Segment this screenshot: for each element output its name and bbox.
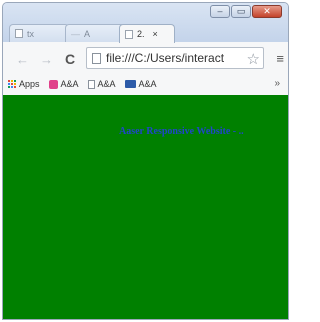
page-icon xyxy=(15,29,23,38)
page-content: Aaser Responsive Website - .. xyxy=(3,95,288,319)
tab-2-label: A xyxy=(84,28,91,39)
tab-2[interactable]: — A xyxy=(65,24,125,42)
bookmark-aa-1-label: A&A xyxy=(60,79,79,89)
page-icon xyxy=(92,52,101,64)
pink-favicon-icon xyxy=(48,79,58,89)
bookmark-apps-label: Apps xyxy=(19,79,40,89)
tab-1-label: tx xyxy=(27,28,35,39)
bookmark-aa-1[interactable]: A&A xyxy=(48,79,79,89)
bookmark-aa-2[interactable]: A&A xyxy=(87,79,116,89)
url-text: file:///C:/Users/interact xyxy=(106,51,225,65)
bookmarks-bar: Apps A&A A&A A&A » xyxy=(3,73,288,96)
bookmark-aa-3-label: A&A xyxy=(138,79,157,89)
reload-button[interactable]: C xyxy=(65,52,75,66)
bookmark-aa-2-label: A&A xyxy=(97,79,116,89)
browser-window: tx — A 2. × – ▭ ✕ ← → C file:///C:/Users… xyxy=(2,2,289,320)
bookmark-star-icon[interactable]: ☆ xyxy=(246,50,260,68)
tab-strip: tx — A 2. × – ▭ ✕ xyxy=(3,3,288,43)
page-icon xyxy=(125,29,133,39)
bookmark-aa-3[interactable]: A&A xyxy=(124,79,157,89)
address-bar[interactable]: file:///C:/Users/interact ☆ xyxy=(86,47,264,69)
tab-active-label: 2. xyxy=(137,29,145,39)
bookmark-apps[interactable]: Apps xyxy=(8,79,40,89)
back-button[interactable]: ← xyxy=(16,53,29,66)
minimize-button[interactable]: – xyxy=(210,5,230,18)
page-icon xyxy=(87,79,95,89)
window-controls: – ▭ ✕ xyxy=(210,5,282,18)
tab-active[interactable]: 2. × xyxy=(119,24,175,43)
bookmarks-overflow-icon[interactable]: » xyxy=(274,78,280,89)
apps-grid-icon xyxy=(8,80,16,88)
tab-1[interactable]: tx xyxy=(9,24,69,42)
dash-icon: — xyxy=(71,28,80,39)
forward-button[interactable]: → xyxy=(40,53,53,66)
blue-favicon-icon xyxy=(124,80,136,88)
close-window-button[interactable]: ✕ xyxy=(252,5,282,18)
page-heading: Aaser Responsive Website - .. xyxy=(119,126,244,137)
maximize-button[interactable]: ▭ xyxy=(231,5,251,18)
close-tab-icon[interactable]: × xyxy=(153,29,158,39)
menu-button[interactable]: ≡ xyxy=(276,52,284,65)
